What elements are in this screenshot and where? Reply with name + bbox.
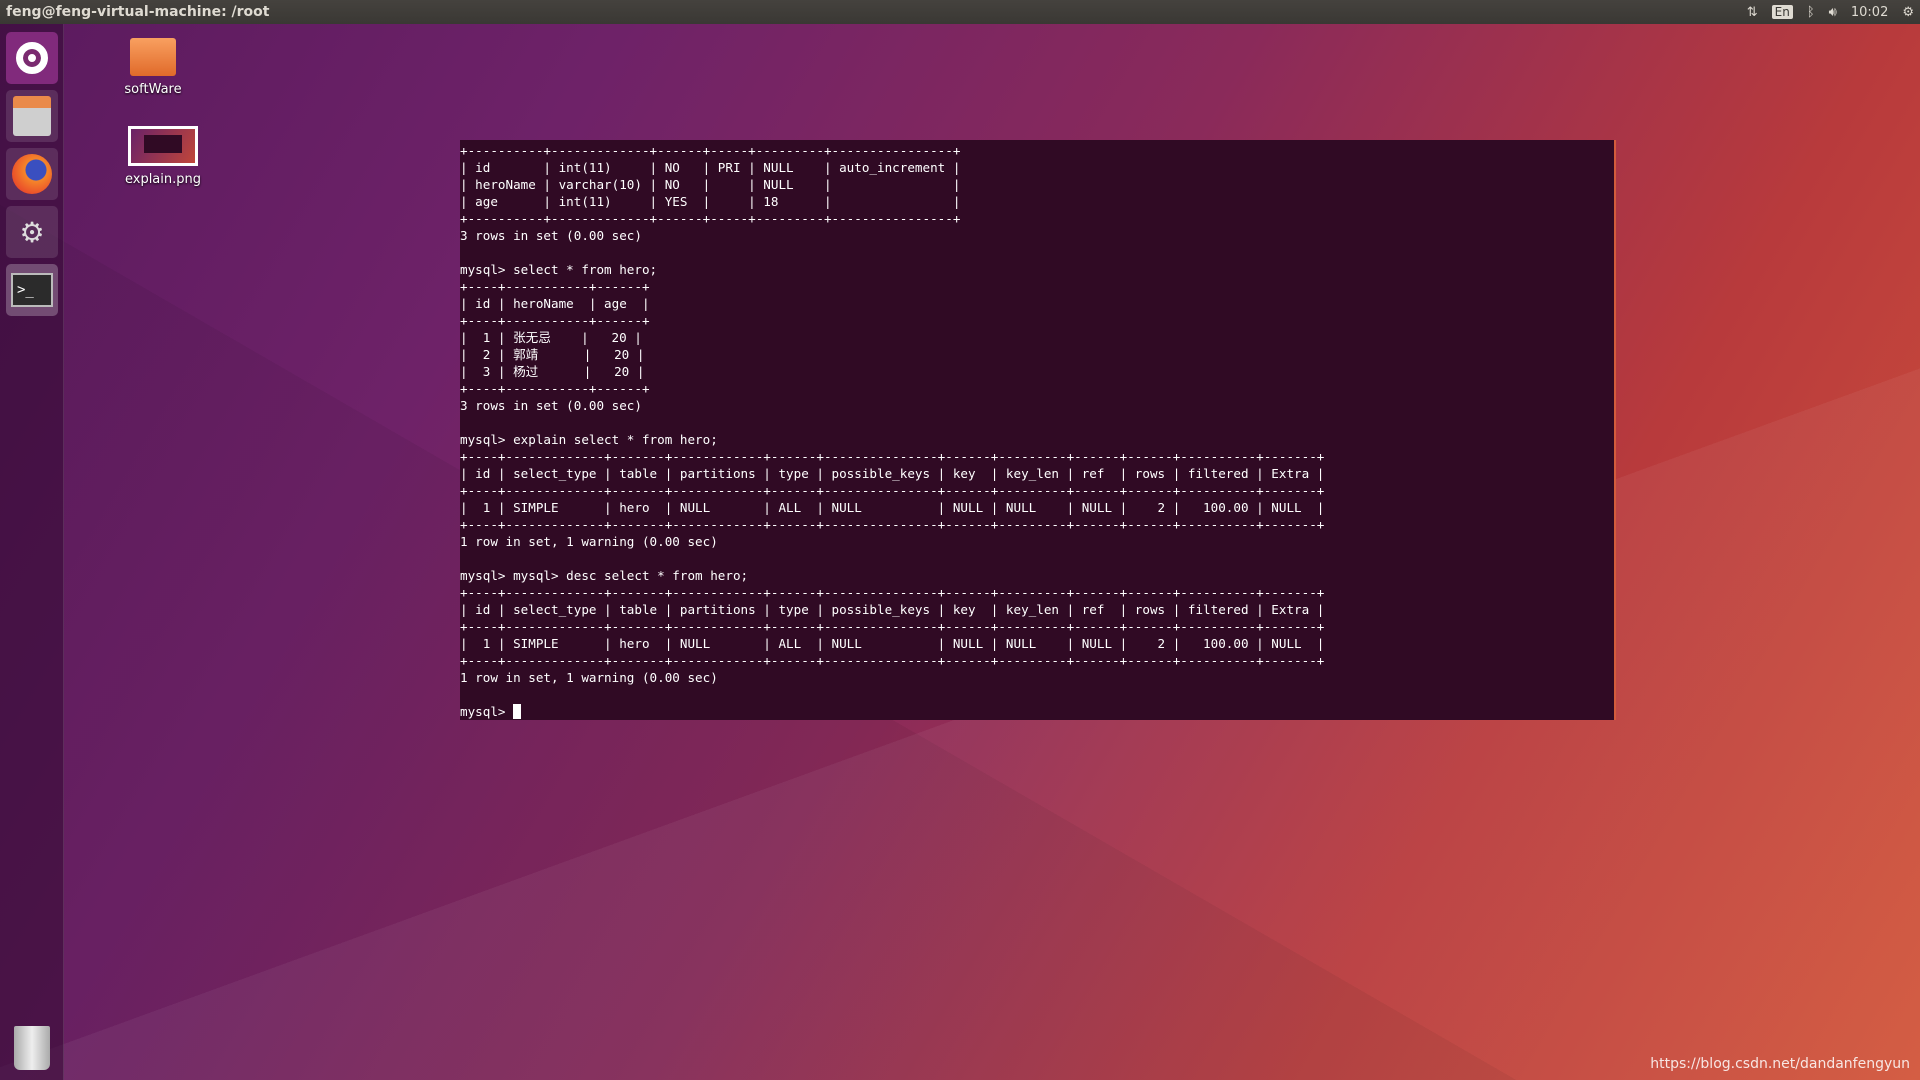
terminal-button[interactable]: >_ [6,264,58,316]
terminal-line: 1 row in set, 1 warning (0.00 sec) [460,534,718,549]
file-cabinet-icon [13,96,51,136]
terminal-line: +----------+-------------+------+-----+-… [460,211,961,226]
network-icon[interactable]: ⇅ [1747,5,1758,20]
files-button[interactable] [6,90,58,142]
firefox-icon [12,154,52,194]
terminal-line: | 1 | SIMPLE | hero | NULL | ALL | NULL … [460,636,1325,651]
terminal-line: +----+-----------+------+ [460,279,650,294]
terminal-line: mysql> mysql> desc select * from hero; [460,568,749,583]
terminal-line: +----------+-------------+------+-----+-… [460,143,961,158]
terminal-line: +----+-------------+-------+------------… [460,483,1325,498]
image-icon [128,126,198,166]
terminal-icon: >_ [11,273,53,307]
watermark: https://blog.csdn.net/dandanfengyun [1650,1056,1910,1072]
desktop-icon-label: explain.png [124,172,202,187]
terminal-window[interactable]: +----------+-------------+------+-----+-… [460,140,1616,720]
terminal-line: | heroName | varchar(10) | NO | | NULL |… [460,177,961,192]
terminal-line: | 1 | SIMPLE | hero | NULL | ALL | NULL … [460,500,1325,515]
terminal-line: | 2 | 郭靖 | 20 | [460,347,645,362]
window-title: feng@feng-virtual-machine: /root [6,4,270,20]
terminal-line: | id | heroName | age | [460,296,650,311]
terminal-line: +----+-------------+-------+------------… [460,517,1325,532]
terminal-output: +----------+-------------+------+-----+-… [460,140,1614,720]
terminal-line: mysql> select * from hero; [460,262,658,277]
terminal-prompt: mysql> [460,704,514,719]
ubuntu-dash-button[interactable] [6,32,58,84]
terminal-line: +----+-------------+-------+------------… [460,449,1325,464]
terminal-line: +----+-----------+------+ [460,313,650,328]
settings-gear-icon: ⚙ [19,215,45,249]
folder-icon [130,38,176,76]
terminal-line: 1 row in set, 1 warning (0.00 sec) [460,670,718,685]
terminal-line: +----+-----------+------+ [460,381,650,396]
text-cursor [513,704,522,719]
gear-icon[interactable]: ⚙ [1902,5,1914,20]
launcher: ⚙ >_ [0,24,64,1080]
system-settings-button[interactable]: ⚙ [6,206,58,258]
trash-icon [14,1026,50,1070]
desktop-icon-label: softWare [124,82,182,97]
terminal-line: +----+-------------+-------+------------… [460,619,1325,634]
desktop-icon-explain-png[interactable]: explain.png [113,126,213,187]
terminal-line: 3 rows in set (0.00 sec) [460,228,642,243]
clock[interactable]: 10:02 [1851,5,1888,20]
system-tray: ⇅ En ᛒ 🔊︎ 10:02 ⚙ [1747,5,1914,20]
terminal-line: | id | select_type | table | partitions … [460,602,1325,617]
terminal-line: +----+-------------+-------+------------… [460,585,1325,600]
terminal-line: | id | select_type | table | partitions … [460,466,1325,481]
terminal-line: 3 rows in set (0.00 sec) [460,398,642,413]
terminal-line: | 1 | 张无忌 | 20 | [460,330,642,345]
terminal-prompt-line[interactable]: mysql> [460,703,1614,720]
bluetooth-icon[interactable]: ᛒ [1807,5,1815,20]
terminal-line: | age | int(11) | YES | | 18 | | [460,194,961,209]
terminal-line: | id | int(11) | NO | PRI | NULL | auto_… [460,160,961,175]
ubuntu-logo-icon [16,42,48,74]
top-panel: feng@feng-virtual-machine: /root ⇅ En ᛒ … [0,0,1920,24]
firefox-button[interactable] [6,148,58,200]
trash-button[interactable] [6,1022,58,1074]
keyboard-layout-indicator[interactable]: En [1771,5,1793,19]
terminal-line: | 3 | 杨过 | 20 | [460,364,645,379]
volume-icon[interactable]: 🔊︎ [1829,5,1837,20]
desktop-icon-software[interactable]: softWare [103,38,203,97]
terminal-line: +----+-------------+-------+------------… [460,653,1325,668]
terminal-line: mysql> explain select * from hero; [460,432,718,447]
